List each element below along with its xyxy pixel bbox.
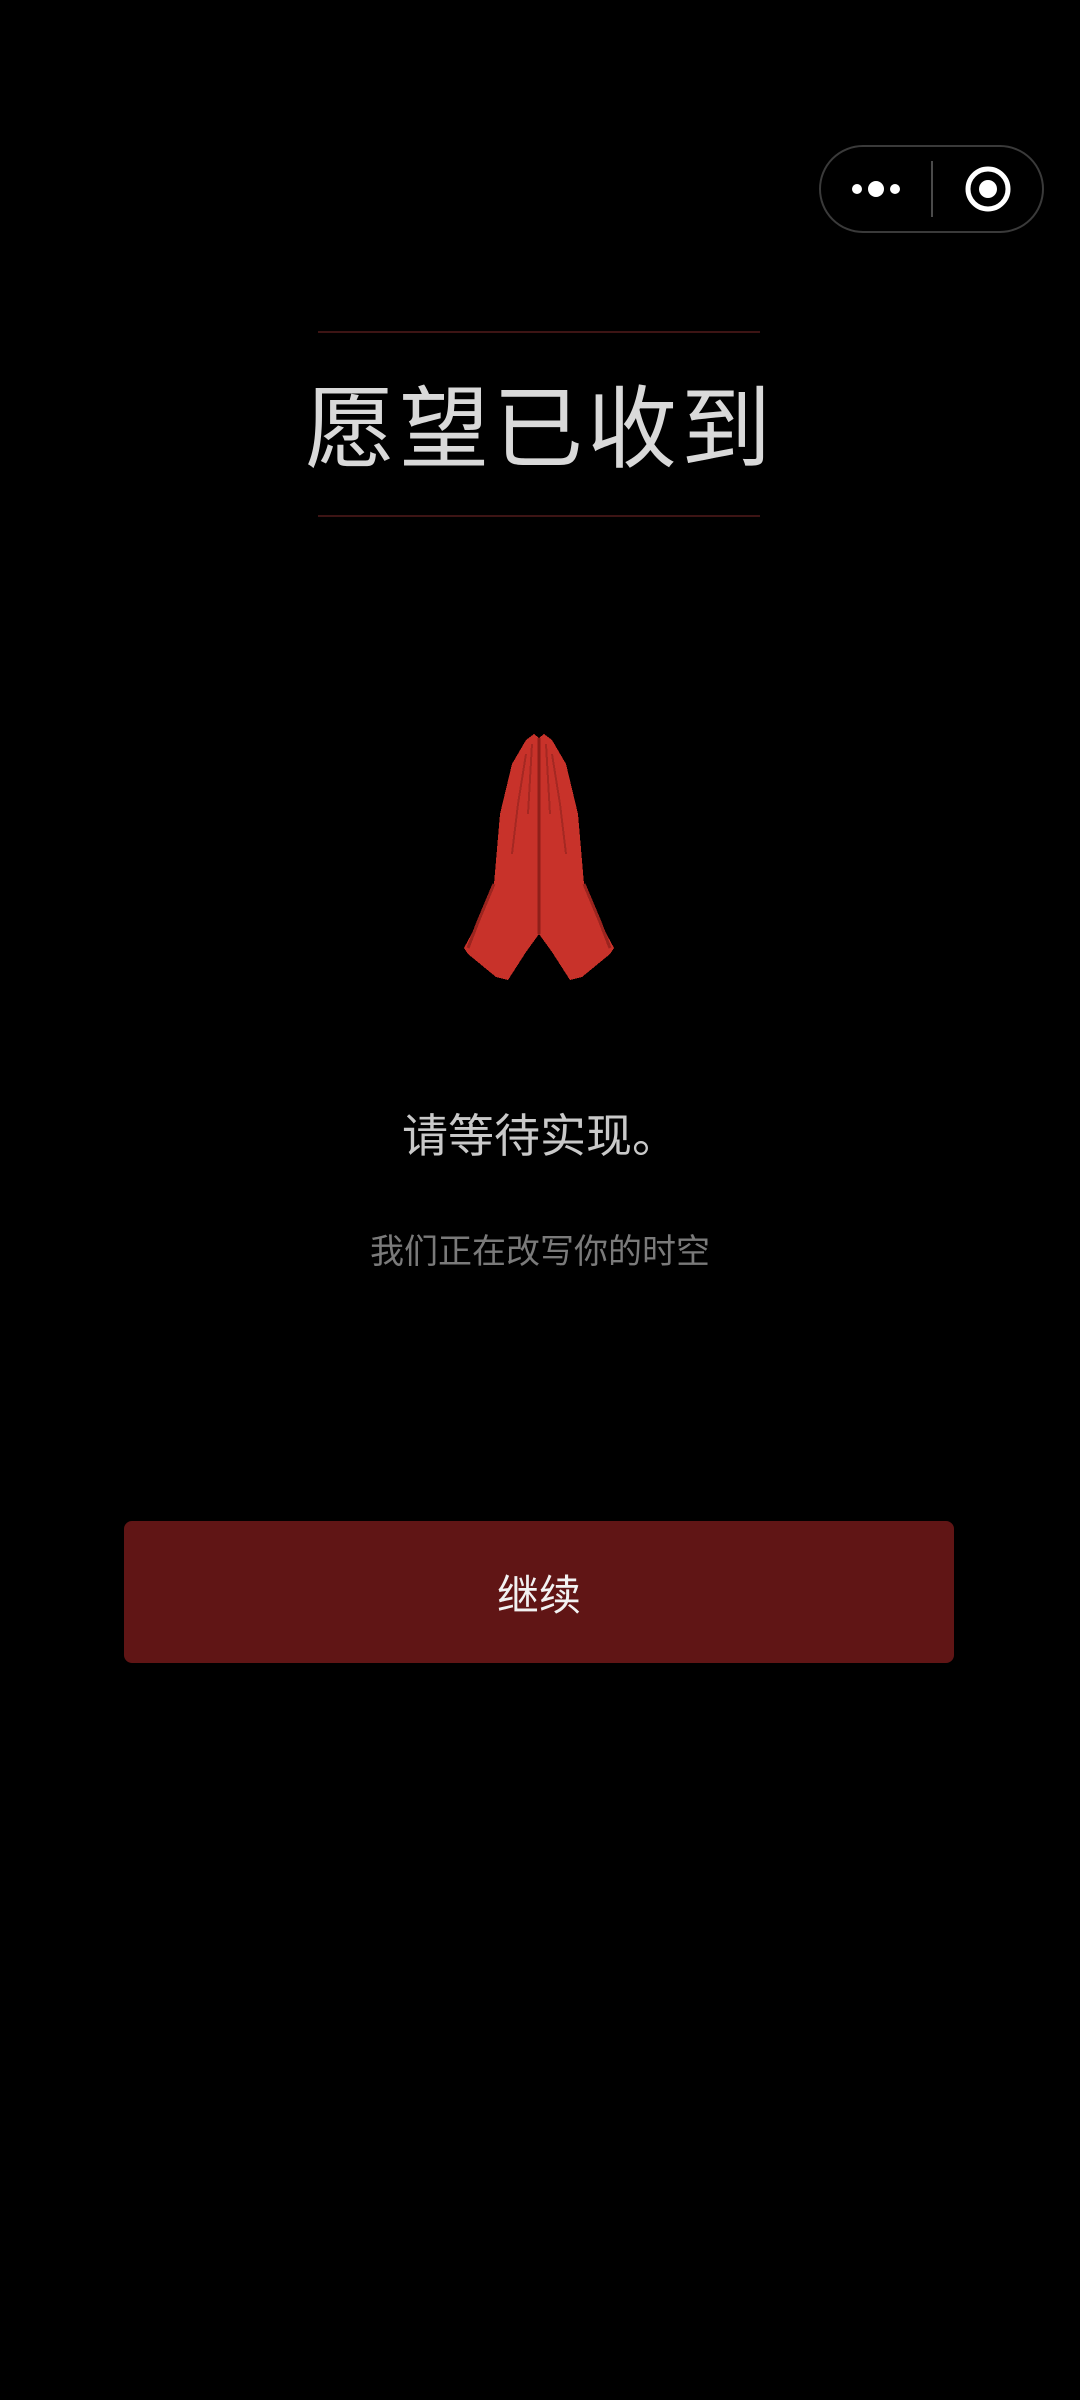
more-dots-icon	[852, 181, 900, 197]
page-title: 愿望已收到	[305, 377, 775, 482]
wait-message: 请等待实现。	[402, 1109, 678, 1163]
more-button[interactable]	[821, 147, 931, 231]
praying-hands-icon	[464, 734, 614, 980]
title-rule-bottom	[318, 515, 760, 517]
continue-button[interactable]: 继续	[124, 1521, 954, 1663]
title-rule-top	[318, 331, 760, 333]
miniprogram-capsule	[819, 145, 1044, 233]
target-circle-icon	[965, 166, 1010, 212]
sub-message: 我们正在改写你的时空	[370, 1232, 710, 1272]
close-button[interactable]	[933, 147, 1042, 231]
